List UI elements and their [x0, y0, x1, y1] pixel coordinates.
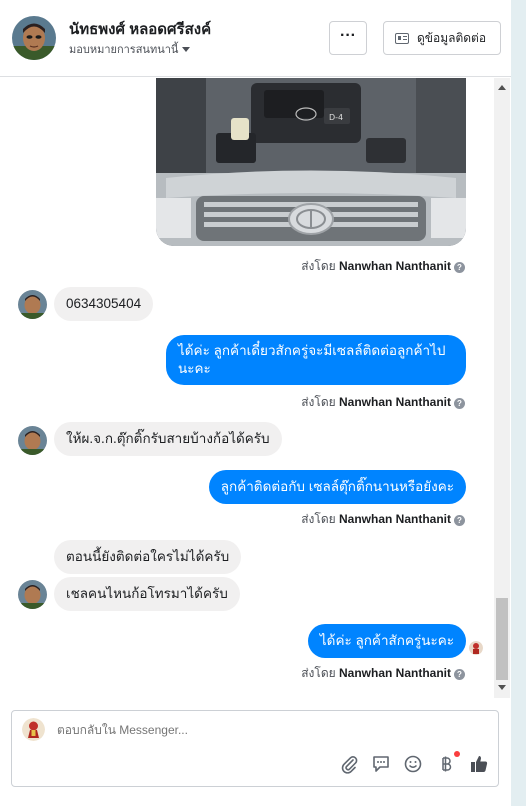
incoming-message[interactable]: ตอนนี้ยังติดต่อใครไม่ได้ครับ — [54, 540, 242, 574]
contact-avatar-small — [18, 290, 47, 319]
message-list: D-4 ส่งโดย Nanwhan Nanthanit? 0634305404… — [0, 78, 511, 698]
scroll-down-arrow-icon[interactable] — [498, 685, 506, 690]
sent-by-info: ส่งโดย Nanwhan Nanthanit? — [301, 664, 465, 683]
paperclip-icon[interactable] — [339, 754, 359, 774]
baht-icon[interactable] — [436, 754, 456, 774]
sent-by-name[interactable]: Nanwhan Nanthanit — [339, 512, 451, 526]
sent-by-info: ส่งโดย Nanwhan Nanthanit? — [301, 393, 465, 412]
page-background-strip — [511, 0, 526, 806]
reply-composer — [11, 710, 499, 787]
svg-text:D-4: D-4 — [329, 113, 343, 122]
smiley-icon[interactable] — [403, 754, 423, 774]
conversation-panel: นัทธพงศ์ หลอดศรีสงค์ มอบหมายการสนทนานี้ … — [0, 0, 511, 806]
thumbs-up-icon[interactable] — [469, 754, 489, 774]
message-image-engine[interactable]: D-4 — [156, 78, 466, 246]
sent-by-info: ส่งโดย Nanwhan Nanthanit? — [301, 257, 465, 276]
notification-dot — [454, 751, 460, 757]
outgoing-message[interactable]: ได้ค่ะ ลูกค้าเดี๋ยวสักครู่จะมีเซลล์ติดต่… — [166, 335, 466, 385]
incoming-message[interactable]: ให้ผ.จ.ก.ตุ๊กติ๊กรับสายบ้างก้อได้ครับ — [54, 422, 282, 456]
contact-avatar[interactable] — [12, 16, 56, 60]
assign-conversation-dropdown[interactable]: มอบหมายการสนทนานี้ — [69, 40, 191, 58]
sent-by-prefix: ส่งโดย — [301, 666, 336, 680]
conversation-header: นัทธพงศ์ หลอดศรีสงค์ มอบหมายการสนทนานี้ … — [0, 0, 511, 77]
help-icon[interactable]: ? — [454, 262, 465, 273]
incoming-message[interactable]: 0634305404 — [54, 287, 154, 321]
sent-by-name[interactable]: Nanwhan Nanthanit — [339, 666, 451, 680]
sent-by-prefix: ส่งโดย — [301, 512, 336, 526]
message-scrollbar[interactable] — [494, 78, 510, 698]
page-avatar — [22, 718, 45, 741]
sent-by-name[interactable]: Nanwhan Nanthanit — [339, 259, 451, 273]
incoming-message[interactable]: เชลคนไหนก้อโทรมาได้ครับ — [54, 577, 240, 611]
outgoing-message[interactable]: ได้ค่ะ ลูกค้าสักครู่นะคะ — [307, 624, 466, 658]
contact-name: นัทธพงศ์ หลอดศรีสงค์ — [69, 21, 212, 38]
contact-card-icon — [395, 32, 409, 44]
sent-by-prefix: ส่งโดย — [301, 395, 336, 409]
chat-bubble-icon[interactable] — [371, 754, 391, 774]
caret-down-icon — [182, 47, 191, 52]
contact-avatar-small — [18, 580, 47, 609]
help-icon[interactable]: ? — [454, 398, 465, 409]
help-icon[interactable]: ? — [454, 515, 465, 526]
assign-label: มอบหมายการสนทนานี้ — [69, 44, 179, 56]
sent-by-info: ส่งโดย Nanwhan Nanthanit? — [301, 510, 465, 529]
contact-avatar-small — [18, 426, 47, 455]
scrollbar-thumb[interactable] — [496, 598, 508, 680]
sent-by-name[interactable]: Nanwhan Nanthanit — [339, 395, 451, 409]
sent-by-prefix: ส่งโดย — [301, 259, 336, 273]
view-contact-info-label: ดูข้อมูลติดต่อ — [417, 30, 487, 45]
more-options-button[interactable]: ··· — [329, 21, 367, 55]
seen-avatar — [469, 641, 483, 655]
scroll-up-arrow-icon[interactable] — [498, 85, 506, 90]
reply-input[interactable] — [57, 723, 357, 737]
view-contact-info-button[interactable]: ดูข้อมูลติดต่อ — [383, 21, 501, 55]
outgoing-message[interactable]: ลูกค้าติดต่อกับ เซลล์ตุ๊กติ๊กนานหรือยังค… — [208, 470, 466, 504]
help-icon[interactable]: ? — [454, 669, 465, 680]
